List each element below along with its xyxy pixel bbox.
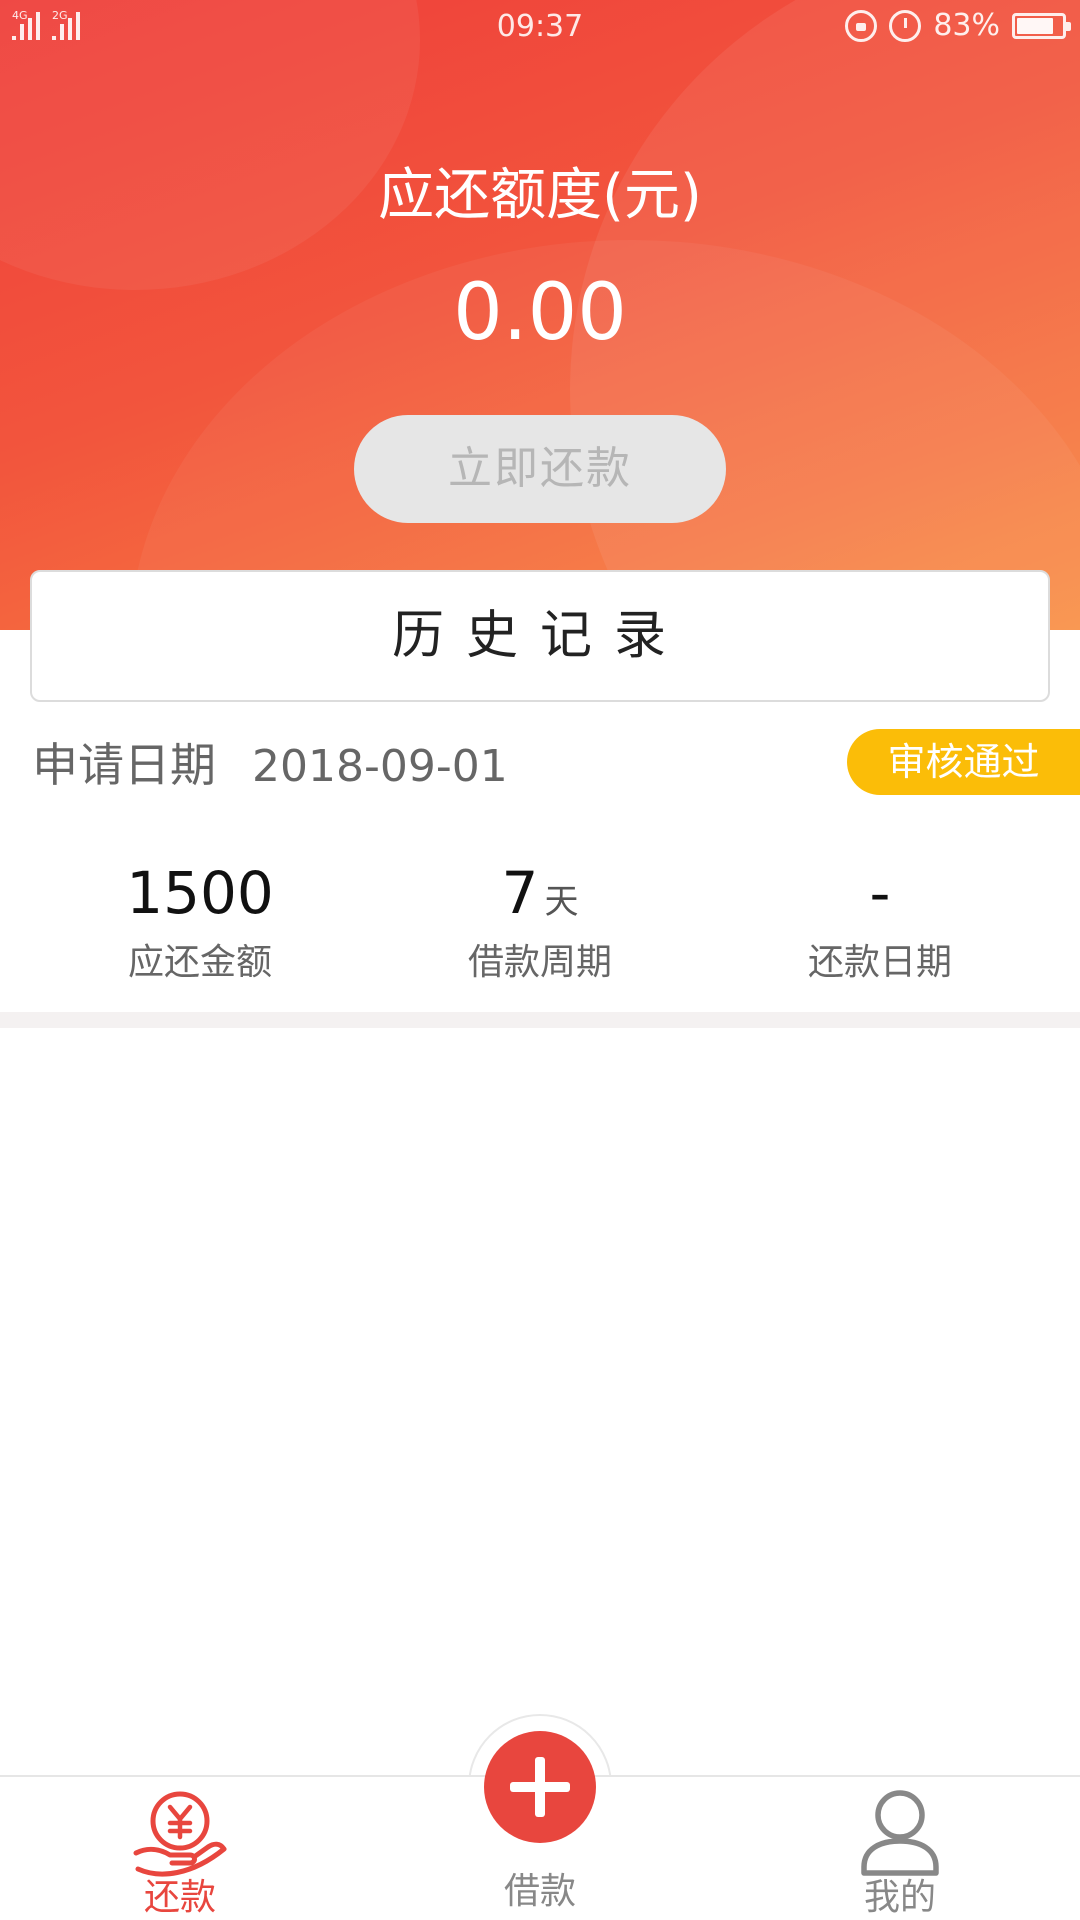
loan-record: 申请日期 2018-09-01 审核通过 1500 应还金额 7天 借款周期 -… (0, 705, 1080, 1010)
tab-repay[interactable]: 还款 (30, 1777, 330, 1920)
hand-yen-icon (133, 1791, 227, 1877)
stat-loan-period: 7天 借款周期 (370, 855, 710, 991)
alarm-icon (889, 9, 922, 42)
battery-icon (1012, 12, 1071, 39)
status-badge: 审核通过 (847, 729, 1080, 795)
stat-label: 借款周期 (467, 942, 612, 983)
status-icons: 83% (845, 8, 1071, 43)
tab-label: 还款 (143, 1877, 216, 1918)
stat-repay-date: - 还款日期 (710, 855, 1050, 991)
due-amount-title: 应还额度(元) (378, 163, 702, 228)
section-divider (0, 1012, 1080, 1028)
repay-now-button[interactable]: 立即还款 (354, 415, 726, 523)
due-amount-value: 0.00 (453, 268, 627, 358)
tab-label: 我的 (863, 1877, 936, 1918)
rotation-lock-icon (845, 9, 878, 42)
battery-fill (1017, 17, 1053, 34)
stat-value: 7 (501, 859, 539, 927)
tab-label: 借款 (503, 1871, 576, 1912)
history-record-button[interactable]: 历史记录 (30, 570, 1050, 702)
battery-percent: 83% (933, 8, 1000, 43)
stat-label: 应还金额 (127, 942, 272, 983)
tab-mine[interactable]: 我的 (750, 1777, 1050, 1920)
stat-label: 还款日期 (807, 942, 952, 983)
borrow-plus-button[interactable] (484, 1731, 596, 1843)
apply-date-value: 2018-09-01 (252, 741, 508, 792)
status-bar: 4G 2G 09:37 83% (0, 0, 1080, 56)
stat-repay-amount: 1500 应还金额 (30, 855, 370, 991)
stat-unit: 天 (544, 882, 579, 922)
stat-value: 1500 (126, 859, 274, 927)
stat-value: - (869, 859, 891, 927)
apply-date-label: 申请日期 (32, 738, 216, 792)
user-icon (861, 1790, 939, 1876)
